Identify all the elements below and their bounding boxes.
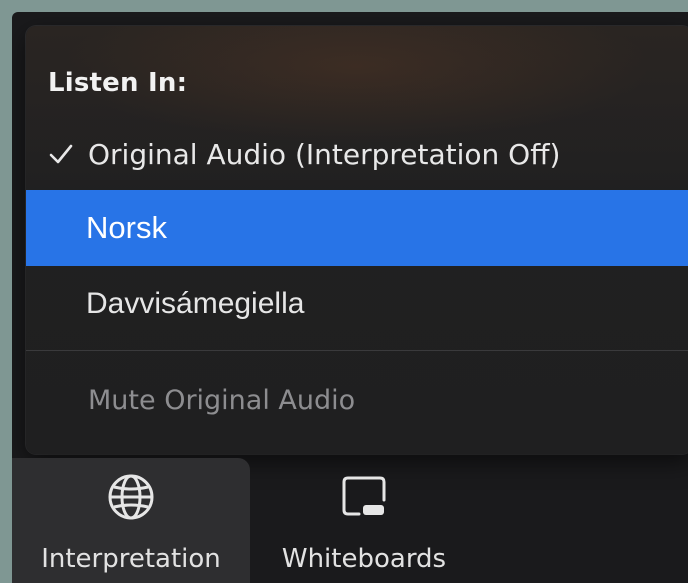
menu-item-label: Norsk [86,210,167,245]
listen-in-menu: Listen In: Original Audio (Interpretatio… [26,26,688,454]
whiteboards-label: Whiteboards [281,544,447,574]
whiteboards-button[interactable]: Whiteboards [264,458,464,583]
menu-item-label: Original Audio (Interpretation Off) [88,137,561,171]
menu-item-mute-original-audio[interactable]: Mute Original Audio [26,362,688,438]
globe-icon [106,472,156,522]
menu-divider [26,350,688,351]
interpretation-label: Interpretation [41,544,221,574]
interpretation-button[interactable]: Interpretation [12,458,250,583]
whiteboard-icon [339,472,389,522]
checkmark-icon [48,142,74,166]
menu-header: Listen In: [48,68,188,98]
menu-item-label: Davvisámegiella [86,287,305,320]
meeting-toolbar: Interpretation Whiteboards [12,458,688,583]
menu-item-norsk[interactable]: Norsk [26,190,688,266]
menu-item-davvisamegiella[interactable]: Davvisámegiella [26,266,688,342]
menu-item-label: Mute Original Audio [88,384,356,416]
menu-item-original-audio[interactable]: Original Audio (Interpretation Off) [26,118,688,190]
app-window: Listen In: Original Audio (Interpretatio… [12,12,688,583]
